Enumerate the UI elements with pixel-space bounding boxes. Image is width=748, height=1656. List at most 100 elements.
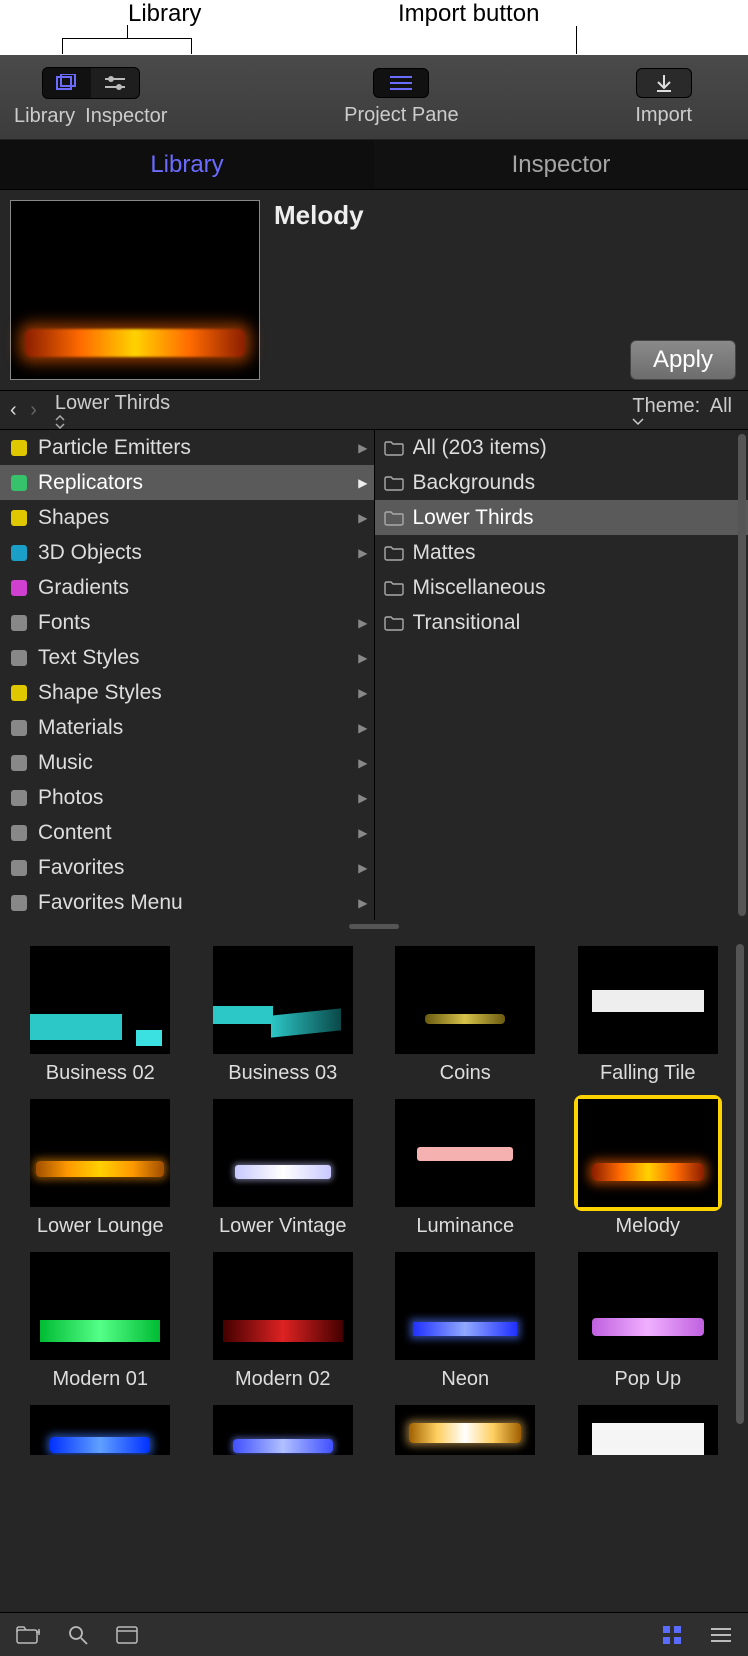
grid-item[interactable]: Modern 02 — [197, 1248, 370, 1391]
grid-item-label: Business 03 — [228, 1062, 337, 1085]
chevron-right-icon: ▶ — [358, 511, 367, 525]
subcategory-row[interactable]: Lower Thirds — [375, 500, 748, 535]
folder-add-icon[interactable] — [16, 1626, 40, 1644]
grid-thumbnail — [213, 1405, 353, 1455]
category-row[interactable]: Favorites▶ — [0, 850, 374, 885]
grid-item-label: Modern 01 — [52, 1368, 148, 1391]
category-label: Photos — [38, 786, 350, 810]
category-label: Particle Emitters — [38, 436, 350, 460]
subcategory-column[interactable]: All (203 items)BackgroundsLower ThirdsMa… — [375, 430, 748, 920]
category-row[interactable]: Materials▶ — [0, 710, 374, 745]
category-label: Music — [38, 751, 350, 775]
chevron-right-icon: ▶ — [358, 861, 367, 875]
apply-button[interactable]: Apply — [630, 340, 736, 380]
category-row[interactable]: Shape Styles▶ — [0, 675, 374, 710]
category-row[interactable]: Content▶ — [0, 815, 374, 850]
pathbar: ‹ › Lower Thirds Theme: All — [0, 390, 748, 430]
thumbnail-grid[interactable]: Business 02 Business 03 Coins Falling Tile L… — [14, 942, 734, 1459]
category-label: Gradients — [38, 576, 368, 600]
chevron-down-icon — [632, 418, 738, 426]
category-row[interactable]: Photos▶ — [0, 780, 374, 815]
grid-item-label: Luminance — [416, 1215, 514, 1238]
grid-item[interactable]: Modern 01 — [14, 1248, 187, 1391]
search-icon[interactable] — [68, 1625, 88, 1645]
grid-item[interactable]: Neon — [379, 1248, 552, 1391]
category-row[interactable]: Text Styles▶ — [0, 640, 374, 675]
grid-item[interactable] — [197, 1401, 370, 1459]
grid-item[interactable] — [14, 1401, 187, 1459]
grid-thumbnail — [30, 1405, 170, 1455]
grid-thumbnail — [578, 1405, 718, 1455]
scrollbar[interactable] — [736, 944, 744, 1424]
import-button[interactable] — [636, 68, 692, 98]
nav-back-button[interactable]: ‹ — [10, 399, 17, 421]
category-column[interactable]: Particle Emitters▶Replicators▶Shapes▶3D … — [0, 430, 375, 920]
grid-item[interactable]: Pop Up — [562, 1248, 735, 1391]
category-label: 3D Objects — [38, 541, 350, 565]
list-view-button[interactable] — [710, 1627, 732, 1643]
gradients-icon — [8, 577, 30, 599]
grid-thumbnail — [578, 1252, 718, 1360]
theme-popup[interactable]: Theme: All — [632, 395, 738, 426]
updown-chevron-icon — [55, 415, 622, 429]
subcategory-row[interactable]: Mattes — [375, 535, 748, 570]
grid-item[interactable]: Lower Lounge — [14, 1095, 187, 1238]
grid-item-label: Melody — [616, 1215, 680, 1238]
grid-item[interactable]: Business 03 — [197, 942, 370, 1085]
icon-view-button[interactable] — [662, 1625, 682, 1645]
list-icon — [388, 75, 414, 91]
project-pane-button[interactable] — [373, 68, 429, 98]
category-row[interactable]: Particle Emitters ▶ — [0, 430, 374, 465]
chevron-right-icon: ▶ — [358, 686, 367, 700]
folder-icon — [383, 542, 405, 564]
favorites-menu-icon — [8, 892, 30, 914]
fonts-icon — [8, 612, 30, 634]
subcategory-row[interactable]: All (203 items) — [375, 430, 748, 465]
grid-item[interactable]: Coins — [379, 942, 552, 1085]
chevron-right-icon: ▶ — [358, 441, 367, 455]
annotation-import-label: Import button — [398, 0, 539, 28]
subcategory-label: Transitional — [413, 611, 743, 635]
category-row[interactable]: Favorites Menu▶ — [0, 885, 374, 920]
tab-library[interactable]: Library — [0, 140, 374, 189]
breadcrumb-popup[interactable]: Lower Thirds — [55, 392, 622, 429]
grid-thumbnail — [395, 1099, 535, 1207]
grid-item[interactable]: Falling Tile — [562, 942, 735, 1085]
chevron-right-icon: ▶ — [358, 756, 367, 770]
new-window-icon[interactable] — [116, 1626, 138, 1644]
grid-item[interactable]: Luminance — [379, 1095, 552, 1238]
category-label: Fonts — [38, 611, 350, 635]
category-row[interactable]: Fonts▶ — [0, 605, 374, 640]
nav-forward-button[interactable]: › — [30, 399, 37, 421]
subcategory-row[interactable]: Transitional — [375, 605, 748, 640]
split-handle[interactable] — [0, 920, 748, 932]
3d-objects-icon — [8, 542, 30, 564]
subcategory-row[interactable]: Backgrounds — [375, 465, 748, 500]
preview-title: Melody — [274, 200, 736, 231]
breadcrumb-label: Lower Thirds — [55, 392, 170, 414]
shape-styles-icon — [8, 682, 30, 704]
grid-item[interactable]: Lower Vintage — [197, 1095, 370, 1238]
grid-item[interactable]: Business 02 — [14, 942, 187, 1085]
materials-icon — [8, 717, 30, 739]
category-row[interactable]: Gradients — [0, 570, 374, 605]
category-label: Content — [38, 821, 350, 845]
download-arrow-icon — [655, 74, 673, 92]
category-label: Replicators — [38, 471, 350, 495]
grid-item[interactable] — [379, 1401, 552, 1459]
category-row[interactable]: 3D Objects▶ — [0, 535, 374, 570]
scrollbar[interactable] — [738, 434, 746, 916]
grid-item-label: Coins — [440, 1062, 491, 1085]
category-label: Shapes — [38, 506, 350, 530]
category-row[interactable]: Music ▶ — [0, 745, 374, 780]
subcategory-row[interactable]: Miscellaneous — [375, 570, 748, 605]
category-row[interactable]: Replicators▶ — [0, 465, 374, 500]
tab-inspector[interactable]: Inspector — [374, 140, 748, 189]
library-button[interactable] — [43, 68, 91, 98]
grid-item[interactable] — [562, 1401, 735, 1459]
grid-item[interactable]: Melody — [562, 1095, 735, 1238]
library-icon — [56, 74, 78, 92]
category-row[interactable]: Shapes ▶ — [0, 500, 374, 535]
inspector-button[interactable] — [91, 68, 139, 98]
grid-thumbnail — [30, 1099, 170, 1207]
